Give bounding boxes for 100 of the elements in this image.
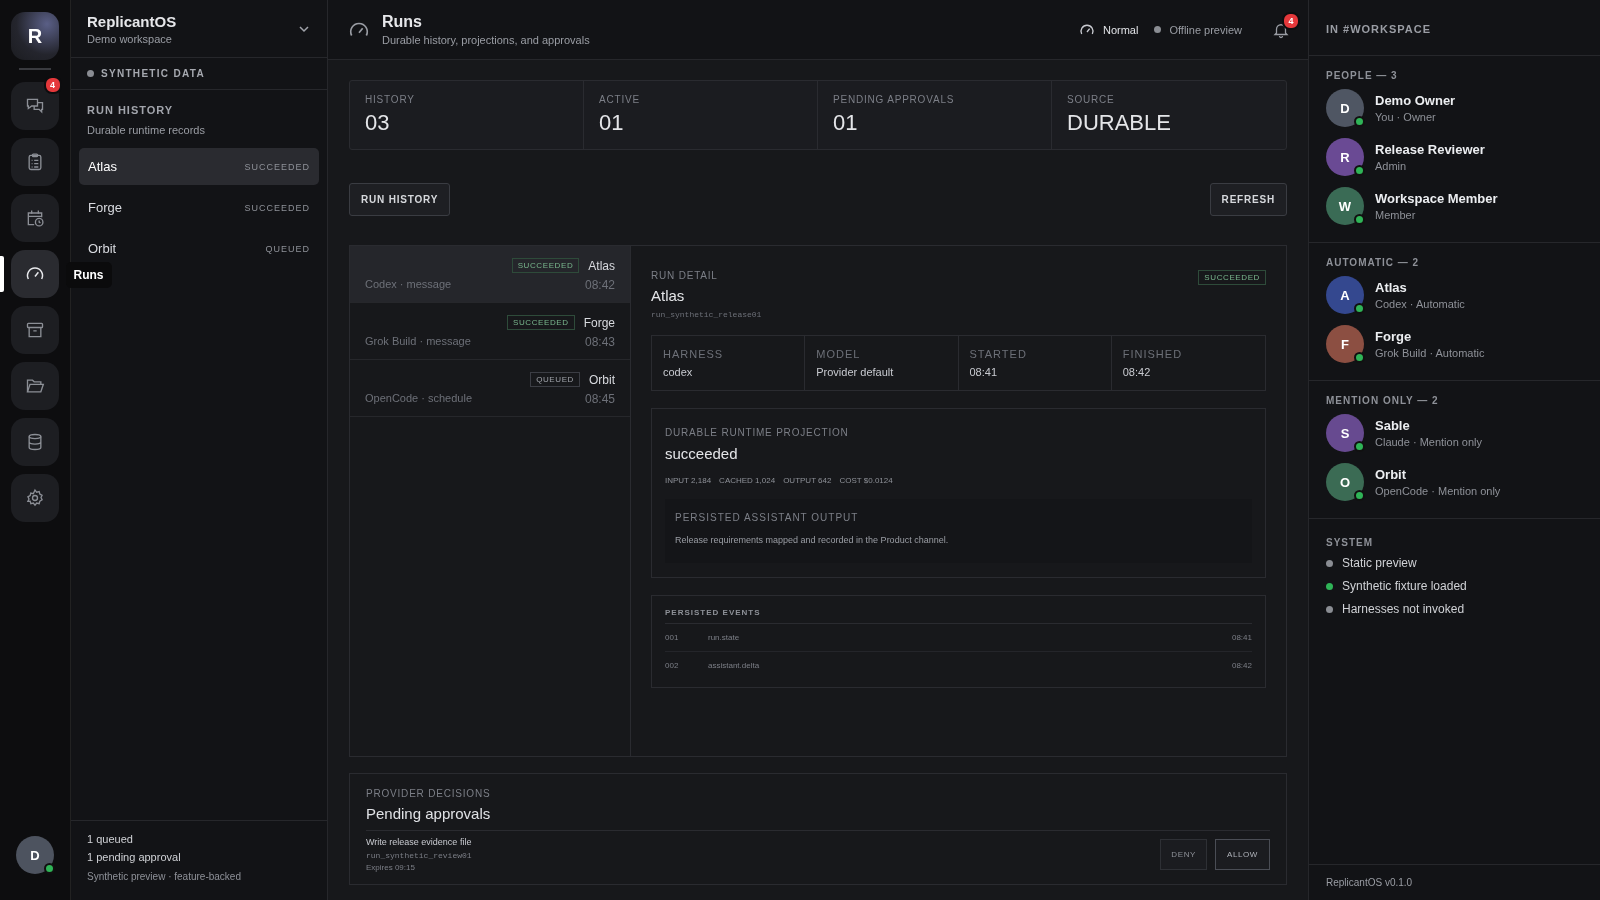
page-subtitle: Durable history, projections, and approvals (382, 34, 590, 46)
calendar-nav-button[interactable] (11, 194, 59, 242)
system-status: Synthetic fixture loaded (1342, 579, 1467, 593)
member-role: OpenCode · Mention only (1375, 485, 1501, 497)
run-list-item[interactable]: Forge SUCCEEDED (79, 189, 319, 226)
event-time: 08:41 (1231, 633, 1252, 642)
section-label: DURABLE RUNTIME PROJECTION (665, 427, 850, 438)
allow-button[interactable]: ALLOW (1215, 839, 1270, 870)
usage-metric: OUTPUT 642 (783, 476, 832, 485)
stat-value: 03 (365, 110, 391, 136)
usage-metric: COST $0.0124 (839, 476, 893, 485)
member-avatar[interactable]: O (1326, 463, 1364, 501)
stat-value: 01 (599, 110, 625, 136)
member-avatar[interactable]: F (1326, 325, 1364, 363)
system-status: Static preview (1342, 556, 1417, 570)
mode-label: Normal (1103, 23, 1139, 36)
folder-nav-button[interactable] (11, 362, 59, 410)
user-avatar[interactable]: D (16, 836, 54, 874)
status-dot (1154, 26, 1162, 33)
clipboard-nav-button[interactable] (11, 138, 59, 186)
member-avatar[interactable]: R (1326, 138, 1364, 176)
member-avatar[interactable]: A (1326, 276, 1364, 314)
queued-count: 1 queued (87, 833, 134, 845)
projection-state: succeeded (665, 445, 739, 462)
unread-badge: 4 (43, 76, 62, 94)
member-name[interactable]: Atlas (1375, 280, 1465, 295)
archive-nav-button[interactable] (11, 306, 59, 354)
pending-count: 1 pending approval (87, 851, 182, 863)
usage-metric: INPUT 2,184 (665, 476, 712, 485)
events-title: PERSISTED EVENTS (665, 608, 1252, 624)
member-name[interactable]: Demo Owner (1375, 93, 1456, 108)
refresh-button[interactable]: REFRESH (1209, 183, 1287, 216)
panel-title: IN #WORKSPACE (1309, 0, 1600, 56)
member-role: You · Owner (1375, 111, 1437, 123)
event-name: run.state (708, 633, 741, 642)
footer-note: Synthetic preview · feature-backed (87, 871, 242, 882)
status-tag: SUCCEEDED (1198, 270, 1266, 285)
run-id: run_synthetic_release01 (651, 310, 762, 319)
member-name[interactable]: Release Reviewer (1375, 142, 1485, 157)
section-label: PROVIDER DECISIONS (366, 788, 492, 799)
deny-button[interactable]: DENY (1160, 839, 1207, 870)
version-label: ReplicantOS v0.1.0 (1309, 864, 1600, 900)
member-avatar[interactable]: S (1326, 414, 1364, 452)
stat-value: DURABLE (1067, 110, 1172, 136)
status-dot (87, 70, 94, 77)
archive-icon (25, 320, 45, 340)
app-logo[interactable]: R (11, 12, 59, 60)
member-role: Admin (1375, 160, 1408, 172)
section-subtitle: Durable runtime records (86, 124, 206, 136)
run-title: Atlas (651, 287, 686, 304)
approval-title: Write release evidence file (366, 837, 473, 847)
stat-label: SOURCE (1067, 94, 1116, 105)
stat-label: HISTORY (365, 94, 416, 105)
notification-badge: 4 (1282, 11, 1300, 30)
page-title: Runs (382, 13, 423, 31)
chat-nav-button[interactable] (11, 82, 59, 130)
settings-nav-button[interactable] (11, 474, 59, 522)
output-text: Release requirements mapped and recorded in the Product channel. (675, 535, 950, 545)
stat-value: 01 (833, 110, 859, 136)
status-label: Offline preview (1169, 23, 1242, 36)
approvals-title: Pending approvals (366, 805, 1270, 831)
member-name[interactable]: Forge (1375, 329, 1485, 344)
gauge-nav-button[interactable] (11, 250, 59, 298)
member-name[interactable]: Workspace Member (1375, 191, 1498, 206)
section-title: RUN HISTORY (86, 104, 175, 116)
event-name: assistant.delta (708, 661, 761, 670)
group-title: MENTION ONLY — 2 (1326, 395, 1440, 406)
member-role: Grok Build · Automatic (1375, 347, 1485, 359)
event-sequence: 002 (665, 661, 680, 670)
group-title: AUTOMATIC — 2 (1326, 257, 1421, 268)
database-nav-button[interactable] (11, 418, 59, 466)
group-title: PEOPLE — 3 (1326, 70, 1399, 81)
run-row[interactable]: Grok Build · message SUCCEEDED Forge 08:43 (350, 303, 630, 360)
workspace-switcher[interactable]: ReplicantOS Demo workspace (71, 0, 327, 58)
usage-metric: CACHED 1,024 (719, 476, 776, 485)
section-label: RUN DETAIL (651, 270, 719, 281)
member-name[interactable]: Sable (1375, 418, 1482, 433)
event-sequence: 001 (665, 633, 680, 642)
run-row[interactable]: OpenCode · schedule QUEUED Orbit 08:45 (350, 360, 630, 417)
nav-tooltip: Runs (65, 262, 112, 288)
member-role: Member (1375, 209, 1417, 221)
approval-run-id: run_synthetic_review01 (366, 851, 473, 860)
event-time: 08:42 (1231, 661, 1252, 670)
chat-icon (25, 96, 45, 116)
member-avatar[interactable]: W (1326, 187, 1364, 225)
calendar-clock-icon (25, 208, 45, 228)
member-role: Claude · Mention only (1375, 436, 1482, 448)
synthetic-data-label: SYNTHETIC DATA (101, 68, 205, 79)
member-name[interactable]: Orbit (1375, 467, 1501, 482)
run-list-item[interactable]: Atlas SUCCEEDED (79, 148, 319, 185)
run-row[interactable]: Codex · message SUCCEEDED Atlas 08:42 (350, 246, 630, 303)
settings-icon (25, 488, 45, 508)
member-avatar[interactable]: D (1326, 89, 1364, 127)
stat-label: PENDING APPROVALS (833, 94, 956, 105)
system-status: Harnesses not invoked (1342, 602, 1465, 616)
run-history-button[interactable]: RUN HISTORY (349, 183, 451, 216)
approval-expiry: Expires 09:15 (366, 863, 416, 872)
stat-label: ACTIVE (599, 94, 641, 105)
group-title: SYSTEM (1326, 537, 1375, 548)
output-title: PERSISTED ASSISTANT OUTPUT (675, 512, 860, 523)
